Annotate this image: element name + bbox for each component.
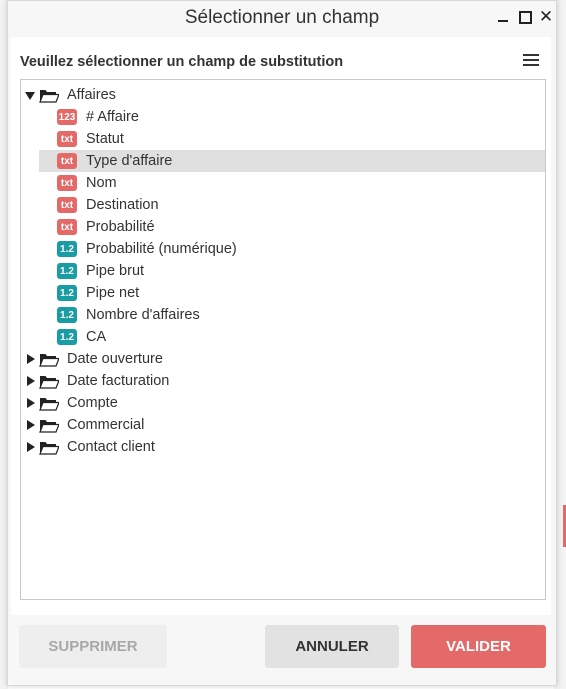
- minimize-icon[interactable]: [494, 7, 512, 27]
- text-type-icon: txt: [57, 131, 77, 147]
- tree-field-label: Probabilité (numérique): [86, 241, 237, 257]
- tree-field-row[interactable]: 1.2 Pipe brut: [39, 260, 545, 282]
- tree-folder-label: Compte: [67, 395, 118, 411]
- tree-folder-row[interactable]: Affaires: [21, 84, 541, 106]
- numeric-type-icon: 1.2: [57, 307, 77, 323]
- select-field-dialog: Sélectionner un champ ✕ Veuillez sélecti…: [7, 0, 557, 686]
- caret-right-icon[interactable]: [27, 420, 35, 430]
- tree-field-row[interactable]: 123 # Affaire: [39, 106, 545, 128]
- tree-field-row[interactable]: 1.2 Probabilité (numérique): [39, 238, 545, 260]
- tree-field-label: Probabilité: [86, 219, 155, 235]
- text-type-icon: txt: [57, 153, 77, 169]
- tree-folder-row[interactable]: Date facturation: [21, 370, 541, 392]
- tree-field-row[interactable]: txt Statut: [39, 128, 545, 150]
- dialog-titlebar[interactable]: Sélectionner un champ ✕: [8, 1, 556, 35]
- tree-field-row[interactable]: txt Type d'affaire: [39, 150, 545, 172]
- cancel-button[interactable]: ANNULER: [265, 625, 399, 668]
- tree-folder-row[interactable]: Commercial: [21, 414, 541, 436]
- hamburger-menu-icon[interactable]: [523, 54, 539, 68]
- tree-field-label: Statut: [86, 131, 124, 147]
- tree-field-row[interactable]: 1.2 CA: [39, 326, 545, 348]
- tree-field-label: Destination: [86, 197, 159, 213]
- caret-right-icon[interactable]: [27, 376, 35, 386]
- delete-button[interactable]: SUPPRIMER: [19, 625, 167, 668]
- tree-folder-label: Affaires: [67, 87, 116, 103]
- tree-folder-label: Commercial: [67, 417, 145, 433]
- caret-right-icon[interactable]: [27, 354, 35, 364]
- tree-field-label: Pipe net: [86, 285, 140, 301]
- tree-field-row[interactable]: 1.2 Pipe net: [39, 282, 545, 304]
- tree-field-label: # Affaire: [86, 109, 139, 125]
- maximize-icon[interactable]: [516, 7, 534, 27]
- text-type-icon: txt: [57, 219, 77, 235]
- folder-icon: [39, 352, 60, 367]
- tree-field-label: Nombre d'affaires: [86, 307, 200, 323]
- integer-type-icon: 123: [57, 109, 77, 125]
- caret-right-icon[interactable]: [27, 398, 35, 408]
- tree-field-row[interactable]: txt Nom: [39, 172, 545, 194]
- tree-folder-label: Contact client: [67, 439, 155, 455]
- field-tree[interactable]: Affaires 123 # Affaire txt Statut txt Type d'a…: [20, 79, 546, 600]
- tree-field-label: CA: [86, 329, 107, 345]
- tree-folder-row[interactable]: Date ouverture: [21, 348, 541, 370]
- dialog-title: Sélectionner un champ: [184, 7, 380, 28]
- close-icon[interactable]: ✕: [537, 7, 555, 27]
- text-type-icon: txt: [57, 197, 77, 213]
- tree-folder-row[interactable]: Compte: [21, 392, 541, 414]
- tree-field-row[interactable]: txt Destination: [39, 194, 545, 216]
- folder-icon: [39, 440, 60, 455]
- folder-icon: [39, 396, 60, 411]
- validate-button[interactable]: VALIDER: [411, 625, 546, 668]
- folder-open-icon: [39, 88, 60, 103]
- numeric-type-icon: 1.2: [57, 329, 77, 345]
- text-type-icon: txt: [57, 175, 77, 191]
- dialog-subtitle: Veuillez sélectionner un champ de substi…: [20, 54, 344, 70]
- numeric-type-icon: 1.2: [57, 241, 77, 257]
- folder-icon: [39, 374, 60, 389]
- caret-right-icon[interactable]: [27, 442, 35, 452]
- tree-field-row[interactable]: 1.2 Nombre d'affaires: [39, 304, 545, 326]
- caret-down-icon[interactable]: [25, 92, 35, 100]
- tree-field-row[interactable]: txt Probabilité: [39, 216, 545, 238]
- tree-folder-row[interactable]: Contact client: [21, 436, 541, 458]
- folder-icon: [39, 418, 60, 433]
- tree-field-label: Nom: [86, 175, 117, 191]
- numeric-type-icon: 1.2: [57, 285, 77, 301]
- dialog-content: Veuillez sélectionner un champ de substi…: [11, 37, 551, 615]
- tree-folder-label: Date facturation: [67, 373, 170, 389]
- tree-folder-label: Date ouverture: [67, 351, 163, 367]
- tree-field-label: Type d'affaire: [86, 153, 173, 169]
- numeric-type-icon: 1.2: [57, 263, 77, 279]
- tree-field-label: Pipe brut: [86, 263, 145, 279]
